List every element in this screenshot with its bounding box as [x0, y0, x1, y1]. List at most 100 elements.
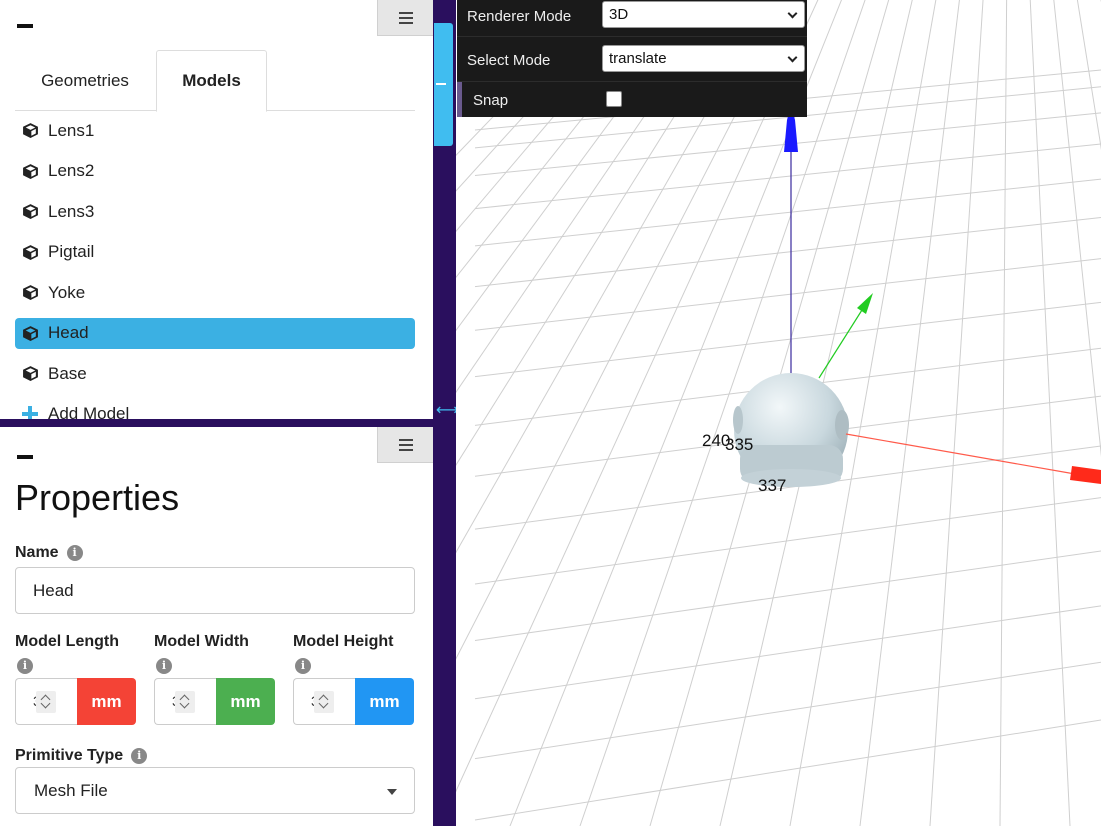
model-height-field: 3 mm	[293, 678, 414, 725]
snap-checkbox[interactable]	[606, 91, 622, 107]
collapse-models-panel-minus-icon[interactable]	[17, 24, 33, 28]
model-item-lens3[interactable]: Lens3	[15, 196, 415, 227]
properties-panel-menu-button[interactable]	[377, 427, 433, 463]
properties-title: Properties	[15, 477, 180, 518]
model-item-label: Head	[48, 323, 89, 342]
viewport-controls-panel: Renderer Mode 3D Select Mode translate S…	[457, 0, 807, 117]
y-axis-arrow-icon[interactable]	[857, 293, 873, 314]
model-width-unit: mm	[216, 678, 275, 725]
primitive-type-label: Primitive Type i	[15, 747, 148, 765]
model-height-unit: mm	[355, 678, 414, 725]
grid-line	[474, 143, 1101, 210]
tab-geometries[interactable]: Geometries	[15, 50, 155, 111]
renderer-mode-value: 3D	[609, 6, 629, 23]
primitive-type-label-text: Primitive Type	[15, 747, 124, 764]
cube-icon	[23, 325, 38, 341]
models-panel: Geometries Models Lens1 Lens2 Lens3 Pigt…	[0, 0, 433, 419]
grid-line	[999, 0, 1008, 826]
grid-line	[456, 0, 654, 232]
model-item-label: Lens1	[48, 120, 95, 140]
hamburger-menu-icon	[398, 11, 413, 24]
model-width-input[interactable]: 3	[154, 678, 216, 725]
select-mode-value: translate	[609, 50, 667, 67]
info-icon[interactable]: i	[131, 748, 148, 764]
grid-line	[474, 550, 1101, 642]
models-panel-menu-button[interactable]	[377, 0, 433, 36]
model-length-label: Model Length	[15, 633, 119, 650]
properties-panel: Properties Name i Head Model Length i 3 …	[0, 427, 433, 826]
primitive-type-value: Mesh File	[34, 780, 108, 800]
select-mode-row: Select Mode translate	[457, 44, 807, 76]
head-model[interactable]	[733, 373, 849, 487]
model-item-label: Lens3	[48, 201, 95, 221]
name-input[interactable]: Head	[15, 567, 415, 614]
model-item-base[interactable]: Base	[15, 358, 415, 389]
add-model-label: Add Model	[48, 404, 130, 419]
info-icon[interactable]: i	[156, 658, 172, 674]
model-length-unit: mm	[77, 678, 136, 725]
name-field-label: Name i	[15, 544, 83, 562]
chevron-down-icon	[787, 52, 798, 63]
select-mode-label: Select Mode	[467, 51, 551, 69]
3d-viewport[interactable]: 240 335 337	[456, 0, 1101, 826]
grid-line	[474, 605, 1101, 700]
model-height-input[interactable]: 3	[293, 678, 355, 725]
caret-down-icon	[387, 789, 397, 795]
primitive-type-select[interactable]: Mesh File	[15, 767, 415, 814]
model-item-head[interactable]: Head	[15, 317, 415, 349]
name-input-value: Head	[33, 580, 74, 600]
info-icon[interactable]: i	[66, 545, 83, 561]
grid-line	[474, 719, 1101, 821]
model-item-pigtail[interactable]: Pigtail	[15, 237, 415, 268]
viewport-canvas[interactable]: 240 335 337	[456, 0, 1101, 826]
model-item-label: Pigtail	[48, 242, 95, 261]
cube-icon	[23, 204, 38, 219]
number-stepper-icon[interactable]	[36, 691, 56, 713]
grid-line	[1029, 0, 1071, 826]
divider	[457, 36, 807, 37]
cube-icon	[23, 285, 38, 300]
cube-icon	[23, 163, 38, 179]
cube-icon	[23, 244, 38, 260]
model-item-yoke[interactable]: Yoke	[15, 277, 415, 308]
grid-line	[474, 217, 1101, 288]
chevron-down-icon	[787, 8, 798, 19]
select-mode-select[interactable]: translate	[602, 45, 805, 72]
name-label-text: Name	[15, 544, 59, 561]
grid-line	[474, 178, 1101, 247]
snap-row: Snap	[457, 84, 807, 116]
cube-icon	[23, 366, 38, 381]
cube-icon	[23, 123, 38, 138]
add-model-button[interactable]: Add Model	[15, 399, 415, 419]
model-length-input[interactable]: 3	[15, 678, 77, 725]
renderer-mode-row: Renderer Mode 3D	[457, 0, 807, 32]
models-panel-tabs: Geometries Models	[15, 50, 415, 112]
grid-line	[474, 497, 1101, 585]
model-item-label: Yoke	[48, 282, 86, 302]
info-icon[interactable]: i	[295, 658, 311, 674]
grid-line	[456, 0, 630, 192]
tab-models[interactable]: Models	[156, 50, 267, 112]
model-item-lens1[interactable]: Lens1	[15, 115, 415, 146]
model-width-field: 3 mm	[154, 678, 275, 725]
snap-label: Snap	[473, 91, 509, 109]
model-width-label: Model Width	[154, 633, 249, 650]
info-icon[interactable]: i	[17, 658, 33, 674]
number-stepper-icon[interactable]	[314, 691, 334, 713]
model-item-lens2[interactable]: Lens2	[15, 156, 415, 187]
number-stepper-icon[interactable]	[175, 691, 195, 713]
renderer-mode-select[interactable]: 3D	[602, 1, 805, 28]
plus-icon	[22, 406, 38, 419]
divider	[457, 81, 807, 82]
model-length-field: 3 mm	[15, 678, 136, 725]
minus-icon	[436, 83, 446, 85]
model-item-label: Base	[48, 363, 87, 383]
grid-line	[929, 0, 984, 826]
model-item-label: Lens2	[48, 161, 95, 180]
model-height-label: Model Height	[293, 633, 394, 650]
dimension-label: 335	[725, 435, 753, 454]
viewport-panel-collapse-tab[interactable]	[434, 23, 453, 146]
x-axis-arrow-icon[interactable]	[1070, 466, 1101, 484]
y-axis-line	[818, 309, 863, 379]
collapse-properties-panel-minus-icon[interactable]	[17, 455, 33, 459]
